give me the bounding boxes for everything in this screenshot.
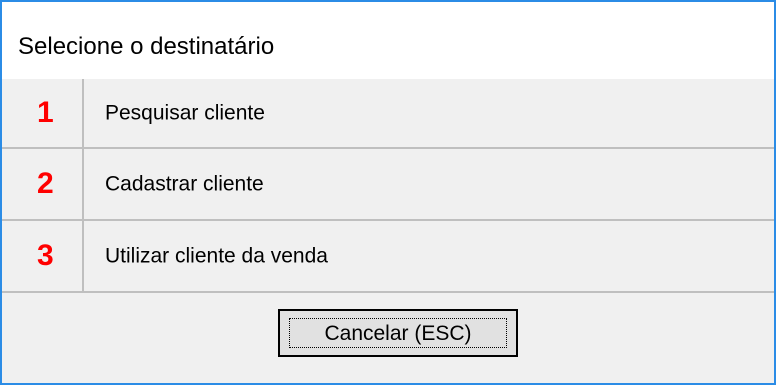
option-number: 2 xyxy=(37,167,54,200)
option-number-cell: 2 xyxy=(2,149,84,219)
option-number-cell: 3 xyxy=(2,221,84,291)
focus-rectangle: Cancelar (ESC) xyxy=(289,318,507,348)
option-register-client[interactable]: 2 Cadastrar cliente xyxy=(2,149,774,221)
options-list: 1 Pesquisar cliente 2 Cadastrar cliente … xyxy=(2,79,774,293)
option-use-sale-client[interactable]: 3 Utilizar cliente da venda xyxy=(2,221,774,293)
option-number-cell: 1 xyxy=(2,79,84,147)
option-number: 3 xyxy=(37,239,54,272)
dialog-footer: Cancelar (ESC) xyxy=(2,293,774,383)
cancel-button-label: Cancelar (ESC) xyxy=(324,321,472,345)
option-search-client[interactable]: 1 Pesquisar cliente xyxy=(2,79,774,149)
option-label: Utilizar cliente da venda xyxy=(105,244,328,268)
option-number: 1 xyxy=(37,96,54,129)
dialog-header: Selecione o destinatário xyxy=(2,2,774,79)
cancel-button[interactable]: Cancelar (ESC) xyxy=(278,309,518,357)
select-recipient-dialog: Selecione o destinatário 1 Pesquisar cli… xyxy=(0,0,776,385)
option-label: Pesquisar cliente xyxy=(105,101,265,125)
dialog-title: Selecione o destinatário xyxy=(18,33,275,60)
option-label: Cadastrar cliente xyxy=(105,172,264,196)
